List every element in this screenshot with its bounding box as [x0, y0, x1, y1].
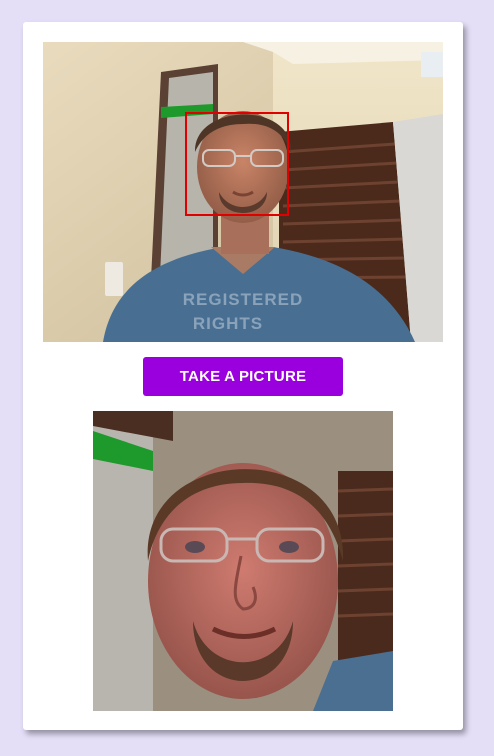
camera-card: REGISTERED RIGHTS TAKE A PICTURE — [23, 22, 463, 730]
take-picture-button[interactable]: TAKE A PICTURE — [143, 357, 343, 396]
webcam-video-feed: REGISTERED RIGHTS — [43, 42, 443, 342]
shirt-print-line2: RIGHTS — [193, 314, 263, 333]
snapshot-image — [93, 411, 393, 711]
shirt-print-line1: REGISTERED — [183, 290, 304, 309]
captured-face-snapshot — [93, 411, 393, 711]
face-detection-box — [185, 112, 289, 216]
